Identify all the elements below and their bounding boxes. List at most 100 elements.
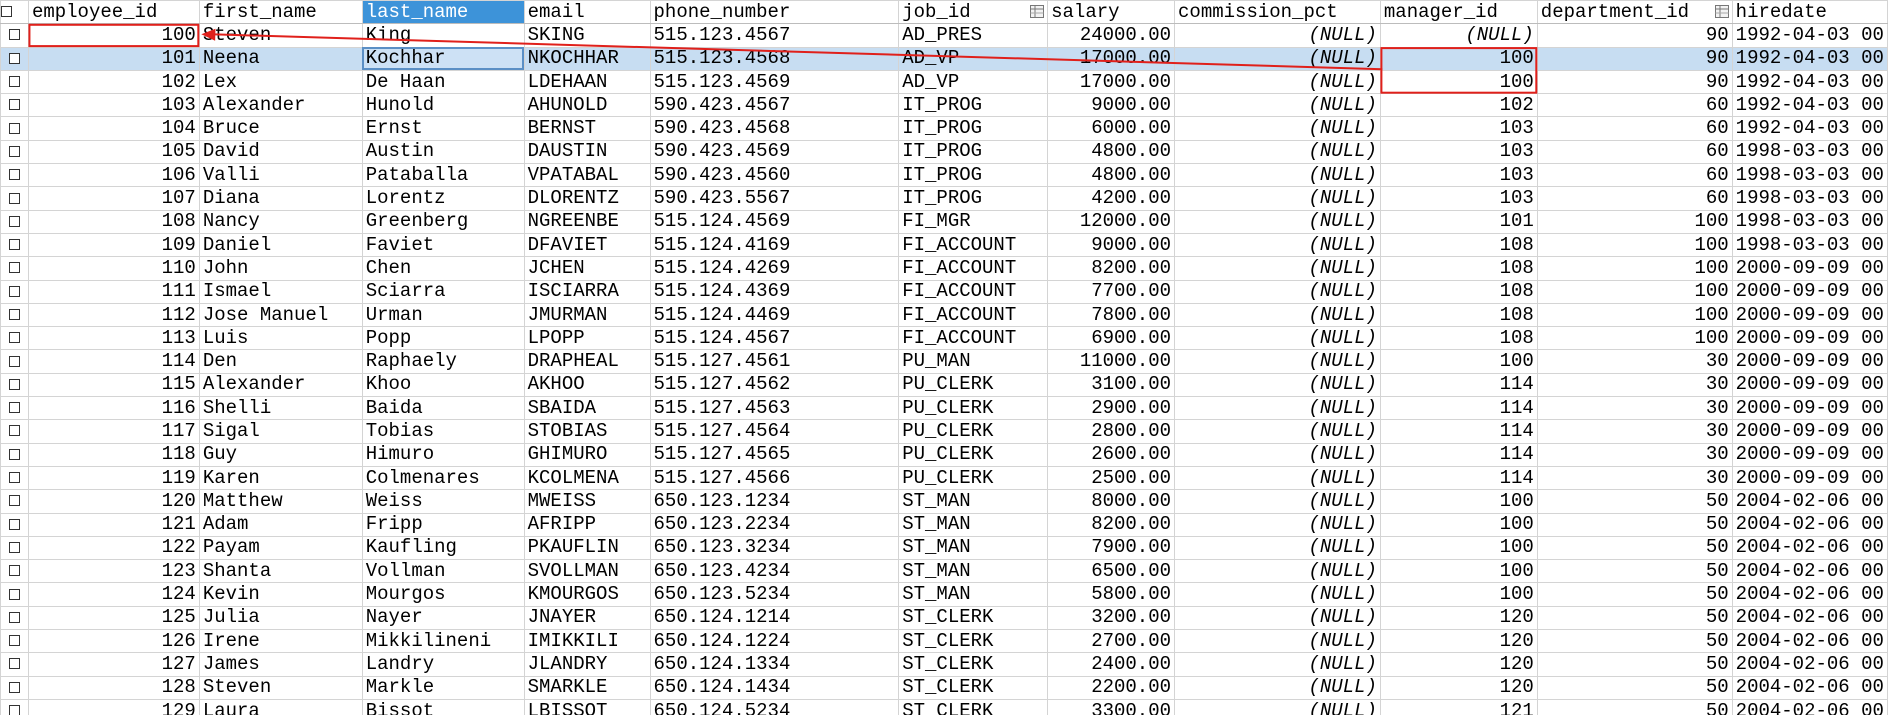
cell-commission-pct[interactable]: (NULL)	[1174, 23, 1381, 48]
table-row[interactable]: 105 David Austin DAUSTIN 590.423.4569 IT_PROG…	[0, 139, 1888, 165]
table-row[interactable]: 108 Nancy Greenberg NGREENBE 515.124.4569 FI_…	[0, 209, 1888, 234]
table-row[interactable]: 114 Den Raphaely DRAPHEAL 515.127.4561 PU_MAN…	[0, 349, 1888, 374]
cell-salary[interactable]: 4800.00	[1047, 163, 1176, 188]
cell-last-name[interactable]: Colmenares	[361, 465, 525, 491]
cell-job-id[interactable]: ST_CLERK	[898, 675, 1049, 700]
cell-department-id[interactable]: 30	[1536, 465, 1733, 491]
column-header-department-id[interactable]: department_id	[1536, 0, 1733, 25]
column-header-employee-id[interactable]: employee_id	[27, 0, 200, 25]
cell-employee-id[interactable]: 118	[27, 442, 200, 467]
cell-email[interactable]: AFRIPP	[523, 512, 651, 537]
row-checkbox[interactable]	[8, 76, 20, 88]
cell-salary[interactable]: 2500.00	[1047, 465, 1176, 491]
table-row[interactable]: 124 Kevin Mourgos KMOURGOS 650.123.5234 ST_MA…	[0, 582, 1888, 607]
cell-hiredate[interactable]: 2000-09-09 00	[1731, 302, 1888, 328]
cell-phone-number[interactable]: 590.423.5567	[649, 186, 900, 211]
cell-phone-number[interactable]: 650.124.1214	[649, 605, 900, 631]
row-checkbox-cell[interactable]	[0, 559, 29, 584]
cell-salary[interactable]: 3300.00	[1047, 698, 1176, 715]
row-checkbox-cell[interactable]	[0, 326, 29, 351]
cell-job-id[interactable]: PU_CLERK	[898, 419, 1049, 444]
cell-employee-id[interactable]: 102	[27, 69, 200, 95]
cell-employee-id[interactable]: 124	[27, 582, 200, 607]
cell-last-name[interactable]: Lorentz	[361, 186, 525, 211]
row-checkbox-cell[interactable]	[0, 139, 29, 165]
cell-last-name[interactable]: Hunold	[361, 93, 525, 118]
row-checkbox[interactable]	[8, 518, 20, 530]
row-checkbox-cell[interactable]	[0, 698, 29, 715]
cell-first-name[interactable]: Shelli	[198, 396, 363, 421]
table-row[interactable]: 123 Shanta Vollman SVOLLMAN 650.123.4234 ST_M…	[0, 559, 1888, 584]
cell-department-id[interactable]: 100	[1536, 326, 1733, 351]
cell-phone-number[interactable]: 590.423.4560	[649, 163, 900, 188]
cell-commission-pct[interactable]: (NULL)	[1174, 116, 1381, 141]
cell-manager-id[interactable]: 121	[1379, 698, 1538, 715]
row-checkbox[interactable]	[8, 169, 20, 181]
cell-employee-id[interactable]: 112	[27, 302, 200, 328]
cell-hiredate[interactable]: 1998-03-03 00	[1731, 232, 1888, 258]
row-checkbox[interactable]	[8, 472, 20, 484]
cell-salary[interactable]: 8000.00	[1047, 489, 1176, 514]
cell-hiredate[interactable]: 2004-02-06 00	[1731, 582, 1888, 607]
cell-commission-pct[interactable]: (NULL)	[1174, 256, 1381, 281]
cell-employee-id[interactable]: 109	[27, 232, 200, 258]
cell-manager-id[interactable]: 114	[1379, 465, 1538, 491]
cell-phone-number[interactable]: 650.124.1434	[649, 675, 900, 700]
cell-email[interactable]: LDEHAAN	[523, 69, 651, 95]
cell-employee-id[interactable]: 103	[27, 93, 200, 118]
cell-job-id[interactable]: FI_ACCOUNT	[898, 302, 1049, 328]
row-checkbox[interactable]	[8, 122, 20, 134]
cell-manager-id[interactable]: 120	[1379, 605, 1538, 631]
cell-email[interactable]: SVOLLMAN	[523, 559, 651, 584]
table-row[interactable]: 121 Adam Fripp AFRIPP 650.123.2234 ST_MAN 8200…	[0, 512, 1888, 537]
column-info-icon[interactable]	[1030, 5, 1045, 18]
select-all-checkbox-cell[interactable]	[0, 0, 29, 25]
cell-department-id[interactable]: 100	[1536, 209, 1733, 234]
cell-hiredate[interactable]: 2000-09-09 00	[1731, 279, 1888, 304]
cell-email[interactable]: KCOLMENA	[523, 465, 651, 491]
cell-job-id[interactable]: IT_PROG	[898, 139, 1049, 165]
row-checkbox-cell[interactable]	[0, 209, 29, 234]
cell-hiredate[interactable]: 2004-02-06 00	[1731, 605, 1888, 631]
cell-phone-number[interactable]: 650.124.5234	[649, 698, 900, 715]
cell-hiredate[interactable]: 2000-09-09 00	[1731, 465, 1888, 491]
row-checkbox[interactable]	[8, 355, 20, 367]
column-header-commission-pct[interactable]: commission_pct	[1174, 0, 1381, 25]
cell-phone-number[interactable]: 650.123.5234	[649, 582, 900, 607]
cell-last-name[interactable]: Landry	[361, 652, 525, 677]
cell-commission-pct[interactable]: (NULL)	[1174, 442, 1381, 467]
row-checkbox[interactable]	[8, 681, 20, 693]
cell-job-id[interactable]: ST_MAN	[898, 512, 1049, 537]
cell-email[interactable]: BERNST	[523, 116, 651, 141]
cell-department-id[interactable]: 30	[1536, 419, 1733, 444]
cell-employee-id[interactable]: 113	[27, 326, 200, 351]
row-checkbox-cell[interactable]	[0, 629, 29, 654]
cell-first-name[interactable]: John	[198, 256, 363, 281]
cell-employee-id[interactable]: 101	[27, 46, 200, 71]
row-checkbox-cell[interactable]	[0, 116, 29, 141]
cell-email[interactable]: VPATABAL	[523, 163, 651, 188]
cell-phone-number[interactable]: 590.423.4568	[649, 116, 900, 141]
row-checkbox[interactable]	[8, 658, 20, 670]
cell-first-name[interactable]: Alexander	[198, 93, 363, 118]
cell-commission-pct[interactable]: (NULL)	[1174, 396, 1381, 421]
cell-employee-id[interactable]: 128	[27, 675, 200, 700]
cell-commission-pct[interactable]: (NULL)	[1174, 675, 1381, 700]
cell-last-name[interactable]: Vollman	[361, 559, 525, 584]
cell-manager-id[interactable]: 100	[1379, 559, 1538, 584]
cell-hiredate[interactable]: 2000-09-09 00	[1731, 419, 1888, 444]
cell-commission-pct[interactable]: (NULL)	[1174, 698, 1381, 715]
cell-employee-id[interactable]: 127	[27, 652, 200, 677]
cell-commission-pct[interactable]: (NULL)	[1174, 93, 1381, 118]
cell-first-name[interactable]: Den	[198, 349, 363, 374]
cell-salary[interactable]: 6000.00	[1047, 116, 1176, 141]
cell-hiredate[interactable]: 2000-09-09 00	[1731, 349, 1888, 374]
cell-department-id[interactable]: 60	[1536, 116, 1733, 141]
cell-job-id[interactable]: FI_ACCOUNT	[898, 326, 1049, 351]
cell-commission-pct[interactable]: (NULL)	[1174, 629, 1381, 654]
row-checkbox[interactable]	[8, 215, 20, 227]
cell-manager-id[interactable]: 120	[1379, 652, 1538, 677]
cell-phone-number[interactable]: 515.123.4568	[649, 46, 900, 71]
row-checkbox[interactable]	[8, 495, 20, 507]
cell-commission-pct[interactable]: (NULL)	[1174, 465, 1381, 491]
